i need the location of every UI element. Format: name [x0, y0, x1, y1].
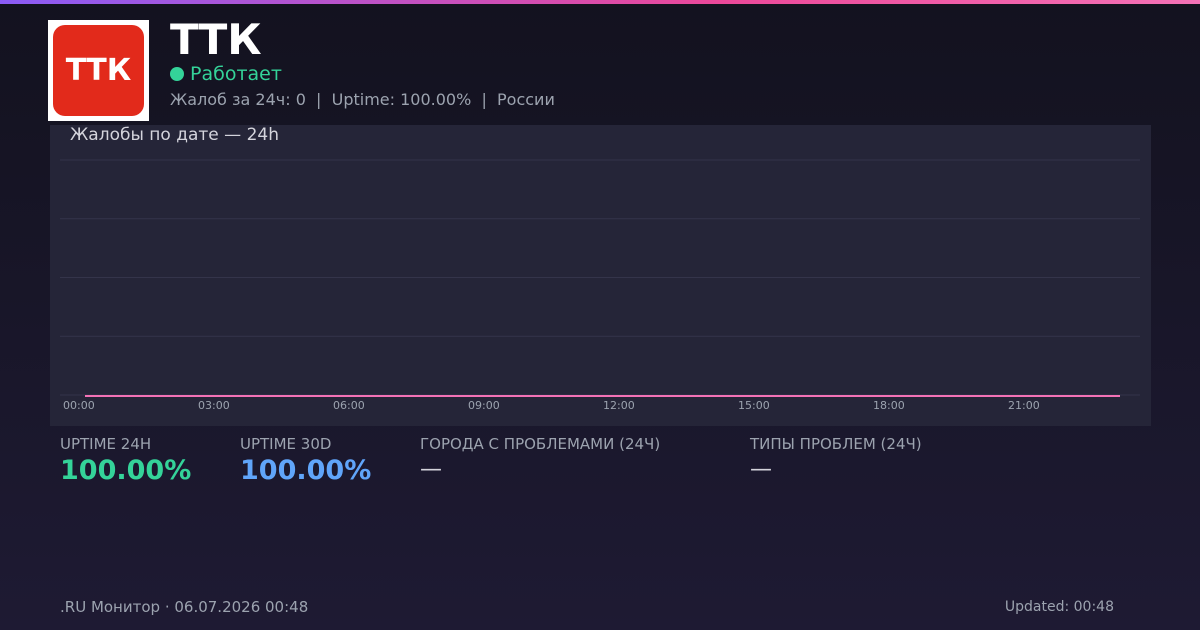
- stat-label: UPTIME 30D: [240, 435, 332, 453]
- x-tick-label: 12:00: [603, 399, 635, 412]
- stat-problem-cities: ГОРОДА С ПРОБЛЕМАМИ (24Ч) —: [420, 434, 660, 484]
- status-indicator: Работает: [170, 62, 282, 86]
- chart-title: Жалобы по дате — 24h: [70, 125, 279, 145]
- summary-line: Жалоб за 24ч: 0 | Uptime: 100.00% | Росс…: [170, 90, 555, 109]
- complaints-chart: 00:00 03:00 06:00 09:00 12:00 15:00 18:00 21:00…: [50, 125, 1151, 426]
- x-tick-label: 18:00: [873, 399, 905, 412]
- stat-value: 100.00%: [60, 455, 192, 486]
- logo-text: ТТК: [65, 53, 132, 88]
- x-tick-label: 21:00: [1008, 399, 1040, 412]
- ttk-logo: ТТК: [48, 20, 149, 121]
- status-dot-icon: [170, 67, 184, 81]
- footer-updated: Updated: 00:48: [1004, 599, 1114, 615]
- stat-label: UPTIME 24H: [60, 435, 152, 453]
- chart-canvas: 00:00 03:00 06:00 09:00 12:00 15:00 18:00 21:00: [60, 159, 1140, 412]
- stat-uptime-30d: UPTIME 30D 100.00%: [240, 434, 371, 487]
- stat-label: ГОРОДА С ПРОБЛЕМАМИ (24Ч): [420, 435, 661, 453]
- stat-label: ТИПЫ ПРОБЛЕМ (24Ч): [750, 435, 922, 453]
- x-tick-label: 00:00: [63, 399, 95, 412]
- stat-problem-types: ТИПЫ ПРОБЛЕМ (24Ч) —: [750, 434, 922, 484]
- stat-value: 100.00%: [240, 455, 372, 486]
- x-tick-label: 09:00: [468, 399, 500, 412]
- stat-value: —: [750, 457, 772, 482]
- x-tick-label: 03:00: [198, 399, 230, 412]
- x-tick-label: 06:00: [333, 399, 365, 412]
- stat-uptime-24h: UPTIME 24H 100.00%: [60, 434, 191, 487]
- status-text: Работает: [190, 63, 282, 85]
- x-tick-label: 15:00: [738, 399, 770, 412]
- logo-badge: ТТК: [53, 25, 144, 116]
- footer-source: .RU Монитор · 06.07.2026 00:48: [60, 598, 309, 616]
- service-title: ТТК: [170, 15, 262, 64]
- accent-bar: [0, 0, 1200, 4]
- stat-value: —: [420, 457, 442, 482]
